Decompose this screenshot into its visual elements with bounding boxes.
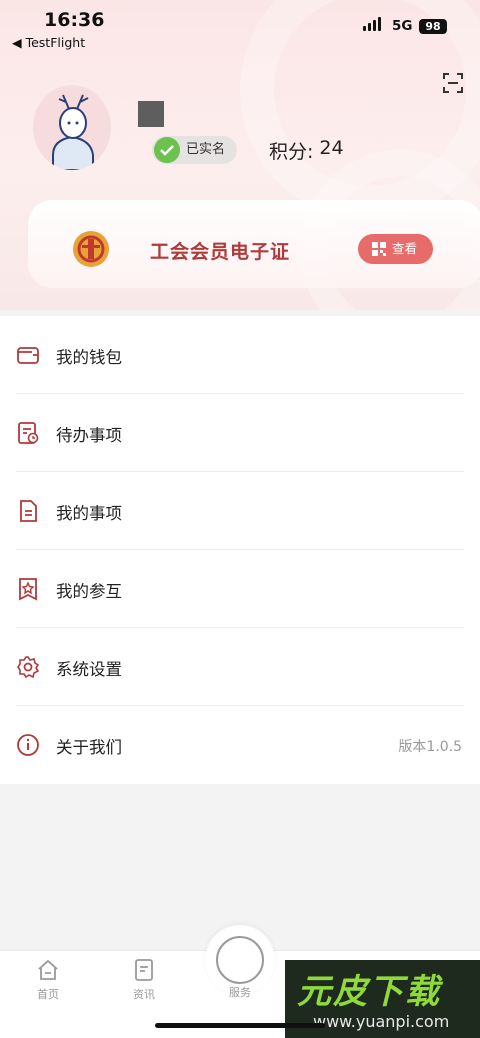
menu-item-label: 待办事项: [56, 426, 122, 445]
menu-item-about[interactable]: 关于我们 版本1.0.5: [0, 706, 480, 784]
menu-item-label: 关于我们: [56, 738, 122, 757]
union-logo-icon: [73, 231, 109, 267]
points-value: 24: [319, 137, 344, 159]
star-frame-icon: [19, 578, 37, 601]
scan-icon[interactable]: [442, 72, 464, 94]
qr-code-icon: [372, 242, 386, 256]
watermark-url: www.yuanpi.com: [313, 1012, 450, 1031]
tab-label: 首页: [37, 988, 59, 1001]
watermark-title: 元皮下载: [297, 972, 441, 1012]
menu-item-label: 我的事项: [56, 504, 122, 523]
avatar[interactable]: [33, 85, 111, 170]
verified-badge: 已实名: [152, 136, 238, 164]
menu-item-todo[interactable]: 待办事项: [0, 394, 480, 472]
menu-item-label: 系统设置: [56, 660, 122, 679]
menu-item-settings[interactable]: 系统设置: [0, 628, 480, 706]
deer-avatar-icon: [33, 88, 111, 170]
check-icon: [154, 137, 180, 163]
tab-home[interactable]: 首页: [0, 951, 96, 1011]
news-icon: [135, 959, 153, 981]
tab-label: 资讯: [133, 988, 155, 1001]
view-card-button[interactable]: 查看: [358, 234, 433, 264]
tab-news[interactable]: 资讯: [96, 951, 192, 1011]
points-display: 积分: 24: [269, 137, 344, 164]
menu-item-wallet[interactable]: 我的钱包: [0, 316, 480, 394]
home-indicator[interactable]: [155, 1023, 325, 1028]
signal-icon: [363, 17, 381, 31]
points-label: 积分:: [269, 141, 314, 163]
document-icon: [20, 500, 37, 522]
status-bar: 16:36 ◀ TestFlight 5G 98: [0, 0, 480, 56]
menu-item-label: 我的钱包: [56, 348, 122, 367]
verified-label: 已实名: [186, 142, 226, 157]
menu-list: 我的钱包 待办事项 我的事项 我的参互 系统设置 关于我们 版本1.0.5: [0, 316, 480, 784]
menu-item-my-matters[interactable]: 我的事项: [0, 472, 480, 550]
wallet-icon: [17, 347, 39, 364]
card-title: 工会会员电子证: [150, 241, 291, 263]
back-to-testflight-link[interactable]: ◀ TestFlight: [12, 35, 85, 50]
view-card-label: 查看: [392, 241, 418, 256]
service-icon: [216, 936, 264, 984]
info-icon: [17, 734, 39, 756]
home-icon: [38, 959, 58, 980]
tab-service-label: 服务: [229, 986, 251, 999]
menu-item-participation[interactable]: 我的参互: [0, 550, 480, 628]
battery-icon: 98: [419, 19, 447, 34]
menu-item-label: 我的参互: [56, 582, 122, 601]
todo-icon: [18, 422, 39, 444]
status-time: 16:36: [44, 9, 105, 31]
version-text: 版本1.0.5: [398, 739, 462, 755]
network-type: 5G: [392, 18, 413, 34]
username-redacted: [138, 101, 164, 127]
gear-icon: [17, 656, 40, 679]
